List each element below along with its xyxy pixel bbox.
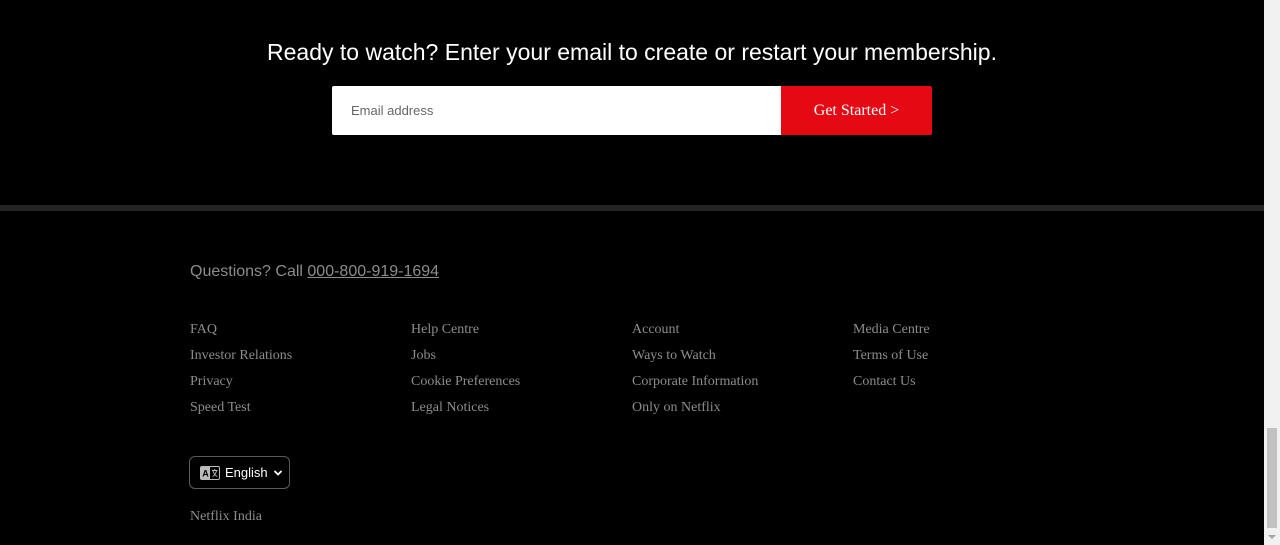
footer-link-item: Speed Test — [190, 398, 411, 424]
language-label: English — [225, 465, 268, 480]
footer-link-item: Terms of Use — [853, 346, 1074, 372]
questions-prefix: Questions? Call — [190, 263, 308, 280]
get-started-label: Get Started — [813, 101, 887, 119]
footer-link-item: Account — [632, 320, 853, 346]
svg-text:A: A — [202, 468, 209, 478]
footer-link-item: Cookie Preferences — [411, 372, 632, 398]
footer-link-account[interactable]: Account — [632, 322, 679, 337]
footer-link-speed-test[interactable]: Speed Test — [190, 400, 251, 415]
footer-link-corporate-information[interactable]: Corporate Information — [632, 374, 758, 389]
chevron-down-icon — [273, 468, 283, 478]
footer-link-item: FAQ — [190, 320, 411, 346]
footer-link-terms-of-use[interactable]: Terms of Use — [853, 348, 928, 363]
footer-link-investor-relations[interactable]: Investor Relations — [190, 348, 292, 363]
footer-link-faq[interactable]: FAQ — [190, 322, 217, 337]
footer-link-ways-to-watch[interactable]: Ways to Watch — [632, 348, 716, 363]
footer-link-item: Media Centre — [853, 320, 1074, 346]
chevron-right-icon: > — [890, 101, 900, 119]
language-icon: A — [200, 465, 220, 480]
get-started-button[interactable]: Get Started > — [781, 86, 932, 135]
footer-link-item: Investor Relations — [190, 346, 411, 372]
footer-link-media-centre[interactable]: Media Centre — [853, 322, 930, 337]
email-input[interactable] — [332, 86, 781, 135]
footer-link-only-on-netflix[interactable]: Only on Netflix — [632, 400, 721, 415]
cta-heading: Ready to watch? Enter your email to crea… — [267, 39, 997, 65]
footer-link-item: Ways to Watch — [632, 346, 853, 372]
footer-link-jobs[interactable]: Jobs — [411, 348, 436, 363]
scroll-down-arrow-icon[interactable] — [1264, 529, 1280, 545]
footer-link-privacy[interactable]: Privacy — [190, 374, 233, 389]
footer-link-item: Privacy — [190, 372, 411, 398]
footer-country: Netflix India — [190, 509, 262, 524]
scrollbar-thumb[interactable] — [1267, 428, 1277, 528]
footer-link-item: Legal Notices — [411, 398, 632, 424]
footer-link-item: Contact Us — [853, 372, 1074, 398]
footer-questions: Questions? Call 000-800-919-1694 — [190, 262, 439, 282]
footer-link-contact-us[interactable]: Contact Us — [853, 374, 916, 389]
footer-link-item: Only on Netflix — [632, 398, 853, 424]
footer-link-item: Corporate Information — [632, 372, 853, 398]
language-select[interactable]: A English — [189, 456, 290, 489]
footer-links: FAQ Help Centre Account Media Centre Inv… — [190, 320, 1074, 424]
phone-link[interactable]: 000-800-919-1694 — [307, 263, 439, 280]
page: Ready to watch? Enter your email to crea… — [0, 0, 1264, 545]
footer-link-legal-notices[interactable]: Legal Notices — [411, 400, 489, 415]
footer-link-cookie-preferences[interactable]: Cookie Preferences — [411, 374, 520, 389]
footer-link-help-centre[interactable]: Help Centre — [411, 322, 479, 337]
section-divider — [0, 205, 1264, 211]
page-scrollbar[interactable] — [1264, 0, 1280, 545]
footer-link-item: Jobs — [411, 346, 632, 372]
footer-link-item: Help Centre — [411, 320, 632, 346]
email-signup-form: Get Started > — [332, 86, 932, 135]
